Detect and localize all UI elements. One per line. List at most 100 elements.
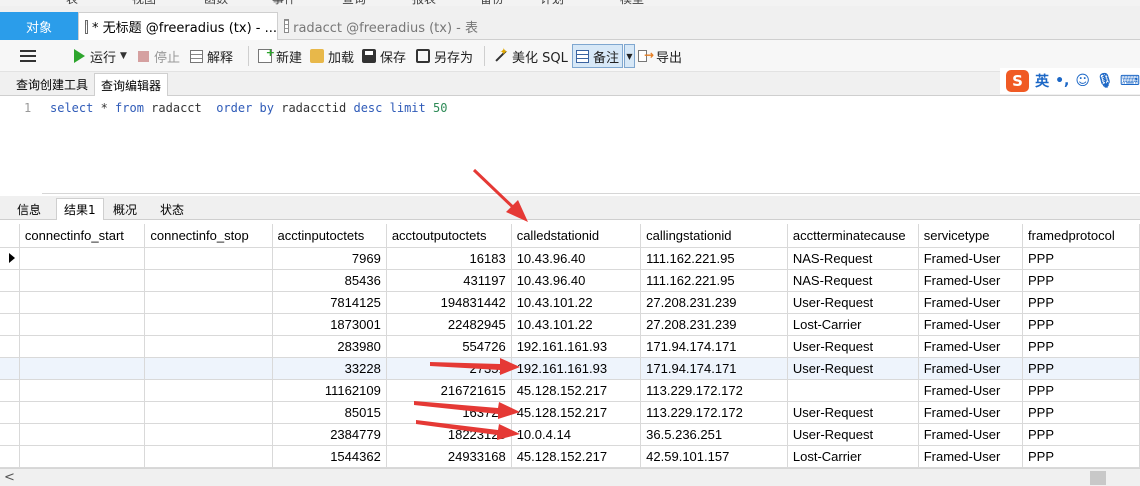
table-cell-connectinfo_start[interactable] — [19, 335, 146, 358]
table-cell-callingstationid[interactable]: 36.5.236.251 — [640, 423, 788, 446]
tab-status[interactable]: 状态 — [153, 198, 191, 220]
chevron-down-icon[interactable]: ▼ — [120, 51, 127, 61]
table-cell-framedprotocol[interactable]: PPP — [1022, 247, 1140, 270]
table-cell-connectinfo_start[interactable] — [19, 423, 146, 446]
microphone-icon[interactable]: 🎙 — [1096, 73, 1114, 89]
tab-query-builder[interactable]: 查询创建工具 — [10, 73, 94, 96]
tab-objects[interactable]: 对象 — [0, 12, 78, 40]
row-indicator[interactable] — [0, 291, 20, 314]
table-cell-servicetype[interactable]: Framed-User — [918, 335, 1024, 358]
table-cell-servicetype[interactable]: Framed-User — [918, 379, 1024, 402]
scrollbar-thumb[interactable] — [1090, 471, 1106, 485]
table-cell-framedprotocol[interactable]: PPP — [1022, 335, 1140, 358]
comment-button[interactable]: 备注 — [572, 44, 624, 68]
table-row[interactable]: 85436 431197 10.43.96.40 111.162.221.95 NAS-… — [0, 269, 1140, 292]
result-grid[interactable]: connectinfo_start connectinfo_stop acctinp… — [0, 224, 1140, 468]
table-cell-acctoutputoctets[interactable]: 163720 — [386, 401, 512, 424]
keyboard-icon[interactable]: ⌨ — [1120, 73, 1140, 89]
table-cell-calledstationid[interactable]: 45.128.152.217 — [511, 379, 642, 402]
table-cell-connectinfo_stop[interactable] — [144, 423, 273, 446]
column-header-acctterminatecause[interactable]: acctterminatecause — [787, 224, 919, 248]
table-cell-connectinfo_stop[interactable] — [144, 313, 273, 336]
table-cell-calledstationid[interactable]: 192.161.161.93 — [511, 335, 642, 358]
table-cell-acctinputoctets[interactable]: 7814125 — [272, 291, 387, 314]
table-cell-acctinputoctets[interactable]: 2384779 — [272, 423, 387, 446]
table-cell-callingstationid[interactable]: 42.59.101.157 — [640, 445, 788, 468]
table-cell-servicetype[interactable]: Framed-User — [918, 247, 1024, 270]
tab-info[interactable]: 信息 — [10, 198, 48, 220]
sogou-logo-icon[interactable]: S — [1006, 70, 1030, 92]
table-cell-acctterminatecause[interactable]: User-Request — [787, 291, 919, 314]
table-row[interactable]: 85015 163720 45.128.152.217 113.229.172.172… — [0, 401, 1140, 424]
table-cell-connectinfo_stop[interactable] — [144, 291, 273, 314]
table-cell-acctinputoctets[interactable]: 1544362 — [272, 445, 387, 468]
tab-query-editor[interactable]: 查询编辑器 — [94, 73, 169, 96]
table-row[interactable]: 7814125 194831442 10.43.101.22 27.208.231.2… — [0, 291, 1140, 314]
table-cell-acctinputoctets[interactable]: 7969 — [272, 247, 387, 270]
table-row[interactable]: 283980 554726 192.161.161.93 171.94.174.171… — [0, 335, 1140, 358]
ime-language-toggle[interactable]: 英 — [1035, 71, 1049, 91]
table-cell-acctinputoctets[interactable]: 11162109 — [272, 379, 387, 402]
table-cell-servicetype[interactable]: Framed-User — [918, 401, 1024, 424]
table-cell-servicetype[interactable]: Framed-User — [918, 357, 1024, 380]
table-cell-acctinputoctets[interactable]: 85015 — [272, 401, 387, 424]
table-cell-callingstationid[interactable]: 171.94.174.171 — [640, 357, 788, 380]
menu-icon[interactable] — [20, 50, 36, 62]
emoji-icon[interactable]: ☺ — [1075, 73, 1090, 89]
table-cell-acctterminatecause[interactable]: NAS-Request — [787, 247, 919, 270]
table-cell-framedprotocol[interactable]: PPP — [1022, 423, 1140, 446]
table-cell-acctoutputoctets[interactable]: 216721615 — [386, 379, 512, 402]
table-cell-connectinfo_stop[interactable] — [144, 445, 273, 468]
table-cell-acctterminatecause[interactable]: User-Request — [787, 357, 919, 380]
save-as-button[interactable]: 另存为 — [416, 44, 473, 68]
comment-dropdown-chevron-down-icon[interactable]: ▼ — [624, 44, 635, 68]
table-cell-connectinfo_stop[interactable] — [144, 247, 273, 270]
tab-query-untitled[interactable]: * 无标题 @freeradius (tx) - ... — [78, 12, 278, 40]
table-cell-callingstationid[interactable]: 113.229.172.172 — [640, 401, 788, 424]
table-cell-connectinfo_start[interactable] — [19, 247, 146, 270]
row-indicator[interactable] — [0, 247, 20, 270]
table-cell-calledstationid[interactable]: 10.0.4.14 — [511, 423, 642, 446]
table-row[interactable]: 11162109 216721615 45.128.152.217 113.229.1… — [0, 379, 1140, 402]
table-cell-calledstationid[interactable]: 45.128.152.217 — [511, 401, 642, 424]
table-cell-connectinfo_stop[interactable] — [144, 335, 273, 358]
scroll-left-icon[interactable]: < — [4, 470, 15, 485]
save-button[interactable]: 保存 — [362, 44, 406, 68]
table-cell-calledstationid[interactable]: 10.43.96.40 — [511, 247, 642, 270]
table-cell-framedprotocol[interactable]: PPP — [1022, 291, 1140, 314]
column-header-connectinfo_stop[interactable]: connectinfo_stop — [144, 224, 273, 248]
row-indicator[interactable] — [0, 269, 20, 292]
table-cell-acctoutputoctets[interactable]: 24933168 — [386, 445, 512, 468]
table-cell-acctoutputoctets[interactable]: 194831442 — [386, 291, 512, 314]
table-cell-acctinputoctets[interactable]: 85436 — [272, 269, 387, 292]
horizontal-scrollbar[interactable]: < — [0, 468, 1140, 486]
table-row[interactable]: 2384779 18223128 10.0.4.14 36.5.236.251 User… — [0, 423, 1140, 446]
table-cell-framedprotocol[interactable]: PPP — [1022, 379, 1140, 402]
row-indicator[interactable] — [0, 445, 20, 468]
column-header-framedprotocol[interactable]: framedprotocol — [1022, 224, 1140, 248]
load-button[interactable]: 加载 — [310, 44, 354, 68]
table-row[interactable]: 1544362 24933168 45.128.152.217 42.59.101.1… — [0, 445, 1140, 468]
table-cell-connectinfo_start[interactable] — [19, 291, 146, 314]
table-row[interactable]: 1873001 22482945 10.43.101.22 27.208.231.23… — [0, 313, 1140, 336]
tab-result1[interactable]: 结果1 — [56, 198, 104, 220]
column-header-acctinputoctets[interactable]: acctinputoctets — [272, 224, 387, 248]
table-cell-framedprotocol[interactable]: PPP — [1022, 269, 1140, 292]
table-cell-servicetype[interactable]: Framed-User — [918, 423, 1024, 446]
table-cell-connectinfo_stop[interactable] — [144, 357, 273, 380]
table-cell-acctoutputoctets[interactable]: 27351 — [386, 357, 512, 380]
table-cell-connectinfo_start[interactable] — [19, 269, 146, 292]
table-cell-callingstationid[interactable]: 113.229.172.172 — [640, 379, 788, 402]
row-indicator[interactable] — [0, 379, 20, 402]
table-cell-acctterminatecause[interactable]: Lost-Carrier — [787, 445, 919, 468]
table-cell-acctterminatecause[interactable]: User-Request — [787, 335, 919, 358]
table-cell-callingstationid[interactable]: 171.94.174.171 — [640, 335, 788, 358]
column-header-connectinfo_start[interactable]: connectinfo_start — [19, 224, 146, 248]
table-cell-servicetype[interactable]: Framed-User — [918, 445, 1024, 468]
punctuation-icon[interactable]: •, — [1055, 73, 1069, 89]
export-button[interactable]: → 导出 — [638, 44, 682, 68]
table-cell-framedprotocol[interactable]: PPP — [1022, 313, 1140, 336]
sql-code-line[interactable]: select * from radacct order by radacctid… — [50, 101, 447, 115]
table-cell-callingstationid[interactable]: 111.162.221.95 — [640, 269, 788, 292]
table-cell-acctinputoctets[interactable]: 283980 — [272, 335, 387, 358]
